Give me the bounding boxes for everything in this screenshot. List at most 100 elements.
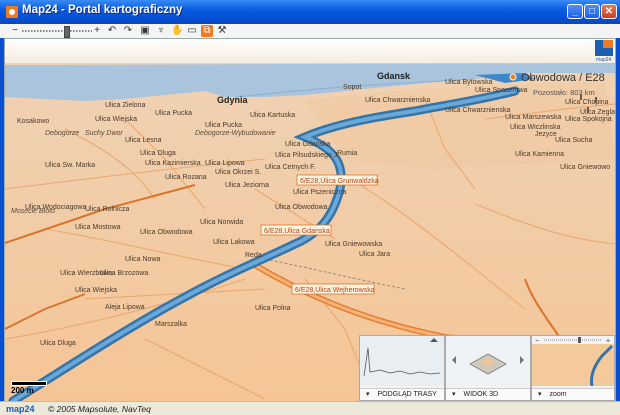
route-label-grunwaldzka-text: 6/E28,Ulica Grunwaldzka bbox=[300, 178, 379, 185]
street-label: Ulica Obwodowa bbox=[275, 204, 328, 211]
forward-icon[interactable]: ↷ bbox=[122, 25, 134, 37]
route-label-gdanska-text: 6/E28,Ulica Gdanska bbox=[264, 228, 330, 235]
street-label: Ulica Sw. Marka bbox=[45, 162, 95, 169]
caret-down-icon[interactable]: ▾ bbox=[446, 391, 456, 398]
route-label-grunwaldzka[interactable]: 6/E28,Ulica Grunwaldzka bbox=[296, 174, 379, 186]
place-label: Suchy Dwor bbox=[85, 130, 123, 137]
street-label: Ulica Wierzbowa bbox=[60, 270, 112, 277]
widget-panels: ▾ PODGLĄD TRASY ▾ WIDOK 3D − + ▾ zoom bbox=[359, 335, 615, 401]
copyright-text: © 2005 Mapsolute, NavTeq bbox=[48, 404, 151, 414]
zoom-out-button[interactable]: − bbox=[10, 25, 20, 37]
zoom-caption: ▾ zoom bbox=[532, 388, 614, 400]
place-label: Kosakowo bbox=[17, 118, 49, 125]
back-icon[interactable]: ↶ bbox=[106, 25, 118, 37]
route-remaining-label: Pozostało: 803 km bbox=[533, 88, 595, 97]
scale-bar: 200 m bbox=[11, 381, 47, 395]
print-icon[interactable]: ▣ bbox=[139, 25, 151, 37]
street-label: Ulica Pucka bbox=[155, 110, 192, 117]
route-profile-caption: ▾ PODGLĄD TRASY bbox=[360, 388, 444, 400]
street-label: Ulica Dluga bbox=[40, 340, 76, 347]
zoom-slider[interactable] bbox=[22, 30, 92, 32]
svg-text:map24: map24 bbox=[596, 57, 612, 62]
street-label: Ulica Jeziorna bbox=[225, 182, 269, 189]
maximize-button[interactable]: □ bbox=[584, 4, 600, 19]
zoom-label: zoom bbox=[549, 391, 567, 398]
street-label: Ulica Wiejska bbox=[95, 116, 137, 123]
street-label: Ulica Spokojna bbox=[565, 116, 612, 123]
route-3d-icon[interactable]: ⧉ bbox=[201, 25, 213, 37]
city-label-rumia: Rumia bbox=[337, 150, 357, 157]
street-label: Ulica Polna bbox=[255, 305, 291, 312]
window-title: Map24 - Portal kartograficzny bbox=[22, 4, 183, 16]
street-label: Ulica Wiczlinska bbox=[510, 124, 561, 131]
street-label: Ulica Lakowa bbox=[213, 239, 255, 246]
street-label: Marszalka bbox=[155, 321, 187, 328]
street-label: Ulica Spacerowa bbox=[475, 87, 528, 94]
measure-icon[interactable]: ▭ bbox=[186, 25, 198, 37]
street-label: Ulica Pszeniczna bbox=[293, 189, 346, 196]
place-label: Jezyce bbox=[535, 131, 557, 138]
street-label: Ulica Wiejska bbox=[75, 287, 117, 294]
map24-window: Map24 - Portal kartograficzny _ □ ✕ − + … bbox=[0, 0, 620, 415]
place-label: Mosecie Bloto bbox=[11, 208, 55, 215]
street-label: Ulica Rolnicza bbox=[85, 206, 129, 213]
zoom-in-button[interactable]: + bbox=[92, 25, 102, 37]
close-button[interactable]: ✕ bbox=[601, 4, 617, 19]
city-label-gdynia: Gdynia bbox=[217, 95, 249, 105]
pin-icon[interactable]: ♆ bbox=[155, 25, 167, 37]
view3d-panel[interactable]: ▾ WIDOK 3D bbox=[445, 335, 531, 401]
street-label: Ulica Nowa bbox=[125, 256, 161, 263]
street-label: Ulica Chwarznienska bbox=[365, 97, 430, 104]
city-label-sopot: Sopot bbox=[343, 84, 361, 91]
view3d-label: WIDOK 3D bbox=[463, 391, 499, 398]
street-label: Ulica Kamienna bbox=[515, 151, 564, 158]
app-icon bbox=[6, 6, 18, 18]
title-bar[interactable]: Map24 - Portal kartograficzny _ □ ✕ bbox=[0, 0, 620, 24]
street-label: Ulica Kazimierska bbox=[145, 160, 201, 167]
street-label: Ulica Rozana bbox=[165, 174, 207, 181]
route-label-gdanska[interactable]: 6/E28,Ulica Gdanska bbox=[260, 224, 332, 236]
zoom-slider-handle[interactable] bbox=[64, 26, 70, 38]
street-label: Ulica Obwodowa bbox=[140, 229, 193, 236]
place-label: Debogorze-Wybudowanie bbox=[195, 130, 276, 137]
zoom-panel[interactable]: − + ▾ zoom bbox=[531, 335, 615, 401]
street-label: Ulica Zielona bbox=[105, 102, 146, 109]
city-label-reda: Reda bbox=[245, 252, 262, 259]
street-label: Ulica Chwarznienska bbox=[445, 107, 510, 114]
street-label: Ulica Gniewowo bbox=[560, 164, 610, 171]
route-label-wejherowska[interactable]: 6/E28,Ulica Wejherowska bbox=[291, 283, 375, 295]
street-label: Ulica Kartuska bbox=[250, 112, 295, 119]
route-profile-panel[interactable]: ▾ PODGLĄD TRASY bbox=[359, 335, 445, 401]
status-bar: map24 © 2005 Mapsolute, NavTeq bbox=[0, 401, 620, 415]
view3d-caption: ▾ WIDOK 3D bbox=[446, 388, 530, 400]
route-end-marker[interactable] bbox=[509, 73, 517, 81]
street-label: Ulica Jara bbox=[359, 251, 390, 258]
map-toolbar: − + ↶ ↷ ▣ ♆ ✋ ▭ ⧉ ⚒ bbox=[0, 24, 620, 39]
caret-down-icon[interactable]: ▾ bbox=[532, 391, 542, 398]
street-label: Ulica Lesna bbox=[125, 137, 162, 144]
route-label-wejherowska-text: 6/E28,Ulica Wejherowska bbox=[295, 287, 375, 294]
street-label: Aleja Lipowa bbox=[105, 304, 145, 311]
zoom-minimap: − + bbox=[532, 336, 614, 387]
city-label-gdansk: Gdansk bbox=[377, 71, 411, 81]
place-label: Debogorze bbox=[45, 130, 79, 137]
street-label: Ulica Pilsudskiego J. bbox=[275, 152, 339, 159]
street-label: Ulica Lipowa bbox=[205, 160, 245, 167]
street-label: Ulica Zeglar bbox=[580, 109, 615, 116]
minimize-button[interactable]: _ bbox=[567, 4, 583, 19]
scale-label: 200 m bbox=[11, 386, 34, 395]
svg-text:+: + bbox=[606, 338, 610, 345]
settings-icon[interactable]: ⚒ bbox=[216, 25, 228, 37]
view3d-preview bbox=[446, 336, 530, 386]
hand-icon[interactable]: ✋ bbox=[171, 25, 183, 37]
street-label: Ulica Marszewska bbox=[505, 114, 562, 121]
map-viewport[interactable]: Gdansk Gdynia Sopot Reda Rumia Obwodowa … bbox=[4, 38, 616, 402]
caret-down-icon[interactable]: ▾ bbox=[360, 391, 370, 398]
street-label: Ulica Mostowa bbox=[75, 224, 121, 231]
route-destination-label: Obwodowa / E28 bbox=[521, 72, 605, 84]
street-label: Ulica Chopina bbox=[565, 99, 609, 106]
route-profile-label: PODGLĄD TRASY bbox=[377, 391, 437, 398]
street-label: Ulica Okrzei S. bbox=[215, 169, 261, 176]
street-label: Ulica Gniewowska bbox=[325, 241, 382, 248]
street-label: Ulica Gdanska bbox=[285, 141, 331, 148]
